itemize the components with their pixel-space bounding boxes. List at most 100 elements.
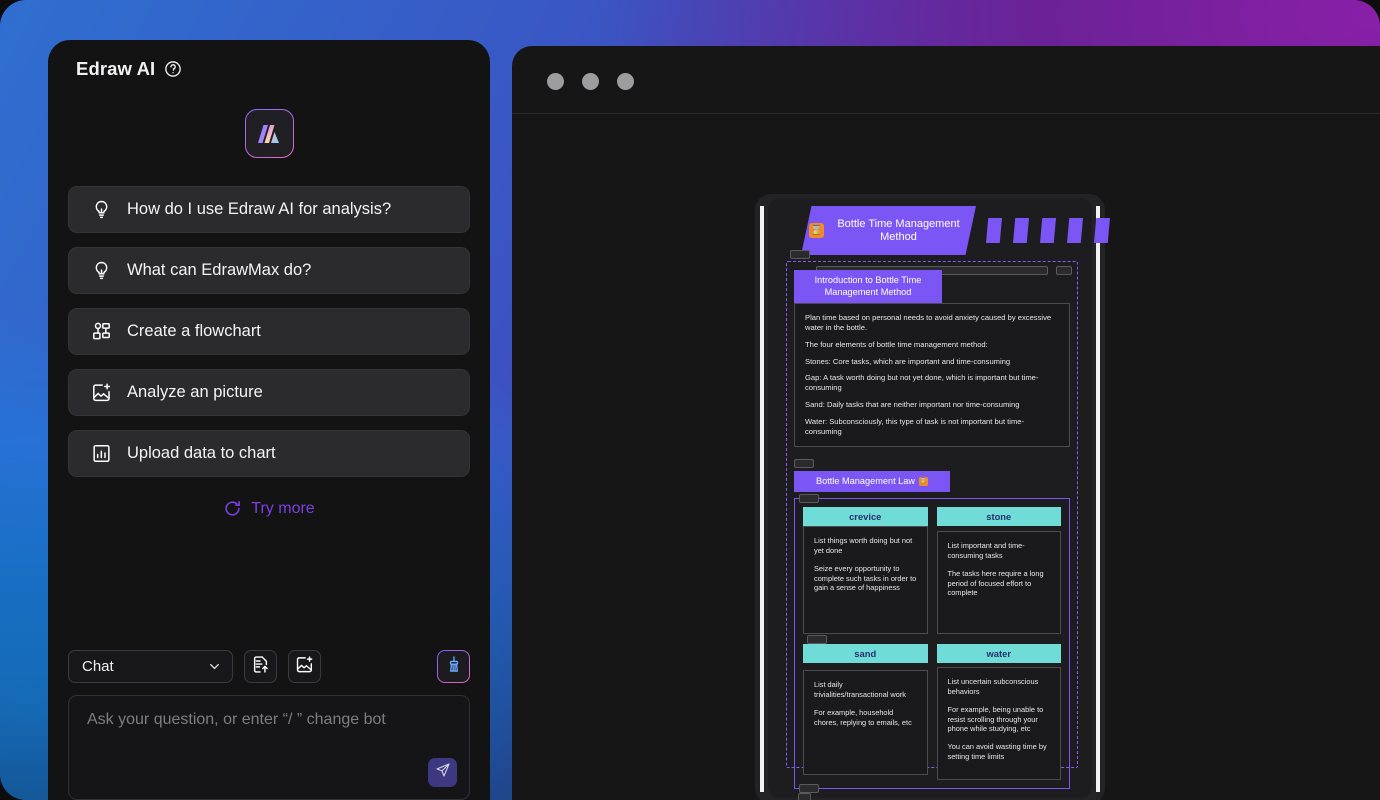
- law-cell-title: stone: [936, 507, 1061, 527]
- mini-tab[interactable]: [1040, 218, 1056, 243]
- send-button[interactable]: [428, 758, 457, 787]
- law-cell-crevice[interactable]: crevice List things worth doing but not …: [803, 507, 928, 635]
- law-cell-stone[interactable]: stone List important and time-consuming …: [936, 507, 1061, 635]
- law-cell-line: Seize every opportunity to complete such…: [814, 563, 917, 593]
- resize-handle[interactable]: [799, 494, 819, 504]
- edraw-logo-icon: [245, 109, 294, 158]
- mode-select[interactable]: Chat: [68, 650, 233, 683]
- maximize-dot[interactable]: [617, 73, 634, 90]
- lightbulb-icon: [91, 199, 112, 220]
- image-upload-icon: [295, 655, 314, 679]
- law-cell-body: List daily trivialities/transactional wo…: [803, 670, 928, 776]
- suggestion-label: Create a flowchart: [127, 322, 261, 340]
- suggestion-list: How do I use Edraw AI for analysis? What…: [48, 186, 490, 477]
- mode-value: Chat: [82, 658, 114, 675]
- lightbulb-icon: [91, 260, 112, 281]
- mini-tab[interactable]: [1013, 218, 1029, 243]
- law-cell-line: List daily trivialities/transactional wo…: [814, 680, 907, 699]
- page-edge-right: [1096, 206, 1100, 792]
- law-cell-title: sand: [803, 644, 928, 664]
- law-grid-bottom: sand List daily trivialities/transaction…: [803, 644, 1061, 781]
- panel-header: Edraw AI: [48, 40, 490, 80]
- law-cell-body: List important and time-consuming tasks …: [936, 531, 1061, 635]
- suggestion-item-analysis[interactable]: How do I use Edraw AI for analysis?: [68, 186, 470, 233]
- document-title-banner[interactable]: ⌛ Bottle Time Management Method: [801, 206, 976, 255]
- window-titlebar: [512, 46, 1380, 114]
- suggestion-label: What can EdrawMax do?: [127, 261, 312, 279]
- mini-tab[interactable]: [986, 218, 1002, 243]
- flowchart-icon: [91, 321, 112, 342]
- intro-paragraph: Sand: Daily tasks that are neither impor…: [805, 400, 1020, 410]
- question-circle-icon[interactable]: [164, 60, 182, 78]
- intro-paragraph: Water: Subconsciously, this type of task…: [805, 417, 1025, 436]
- law-cell-title: crevice: [803, 507, 928, 527]
- image-upload-button[interactable]: [288, 650, 321, 683]
- suggestion-label: How do I use Edraw AI for analysis?: [127, 200, 392, 218]
- resize-handle[interactable]: [790, 250, 810, 259]
- chat-input-box[interactable]: Ask your question, or enter “/ ” change …: [68, 695, 470, 800]
- section-heading-law-label: Bottle Management Law: [815, 475, 916, 486]
- resize-handle[interactable]: [794, 458, 814, 468]
- law-cell-line: For example, household chores, replying …: [814, 707, 912, 727]
- hourglass-badge-icon: ⌛: [919, 476, 929, 486]
- law-cell-title: water: [936, 644, 1061, 664]
- law-cell-line: List important and time-consuming tasks: [947, 541, 1025, 560]
- send-icon: [435, 762, 451, 783]
- edraw-ai-panel: Edraw AI How do I use Edraw AI for analy…: [48, 40, 490, 800]
- suggestion-item-edrawmax[interactable]: What can EdrawMax do?: [68, 247, 470, 294]
- composer-toolbar: Chat: [68, 650, 470, 683]
- page-inner[interactable]: ⌛ Bottle Time Management Method Introduc…: [768, 198, 1110, 800]
- law-cell-sand[interactable]: sand List daily trivialities/transaction…: [803, 644, 928, 780]
- page-title: Edraw AI: [76, 58, 156, 79]
- try-more-label: Try more: [251, 499, 315, 517]
- chart-upload-icon: [91, 443, 112, 464]
- law-grid-top: crevice List things worth doing but not …: [803, 507, 1061, 635]
- page-edge-left: [760, 206, 764, 792]
- refresh-icon: [223, 499, 242, 518]
- broom-clear-icon: [445, 655, 463, 678]
- section-heading-law[interactable]: Bottle Management Law ⌛: [794, 470, 950, 493]
- law-cell-line: List things worth doing but not yet done: [814, 536, 913, 555]
- document-title: Bottle Time Management Method: [837, 218, 960, 243]
- suggestion-label: Analyze an picture: [127, 383, 263, 401]
- suggestion-item-flowchart[interactable]: Create a flowchart: [68, 308, 470, 355]
- intro-paragraph: Gap: A task worth doing but not yet done…: [805, 373, 1039, 393]
- suggestion-item-upload-chart[interactable]: Upload data to chart: [68, 430, 470, 477]
- document-canvas[interactable]: ⌛ Bottle Time Management Method Introduc…: [512, 115, 1380, 800]
- suggestion-item-analyze-picture[interactable]: Analyze an picture: [68, 369, 470, 416]
- law-cell-line: List uncertain subconscious behaviors: [947, 677, 1039, 696]
- document-upload-icon: [251, 655, 270, 679]
- resize-handle[interactable]: [807, 635, 827, 645]
- traffic-lights: [547, 73, 634, 90]
- hourglass-icon: ⌛: [809, 223, 824, 238]
- try-more-button[interactable]: Try more: [48, 499, 490, 518]
- law-cell-line: The tasks here require a long period of …: [947, 568, 1044, 598]
- mini-tab[interactable]: [1094, 218, 1110, 243]
- logo-container: [48, 109, 490, 158]
- composer: Chat Ask your question, or enter “/ ” ch…: [48, 650, 490, 800]
- close-dot[interactable]: [547, 73, 564, 90]
- document-upload-button[interactable]: [244, 650, 277, 683]
- law-group[interactable]: crevice List things worth doing but not …: [794, 494, 1070, 794]
- minimize-dot[interactable]: [582, 73, 599, 90]
- law-cell-line: You can avoid wasting time by setting ti…: [947, 742, 1047, 761]
- resize-handle[interactable]: [798, 793, 811, 800]
- intro-text-card[interactable]: Plan time based on personal needs to avo…: [794, 303, 1070, 447]
- editor-window: ⌛ Bottle Time Management Method Introduc…: [512, 46, 1380, 800]
- page-frame: ⌛ Bottle Time Management Method Introduc…: [755, 194, 1110, 800]
- mini-tab-strip: [986, 218, 1110, 243]
- image-analyze-icon: [91, 382, 112, 403]
- law-cell-body: List things worth doing but not yet done…: [803, 526, 928, 635]
- document-body: Introduction to Bottle Time Management M…: [794, 270, 1070, 800]
- suggestion-label: Upload data to chart: [127, 444, 276, 462]
- mini-tab[interactable]: [1067, 218, 1083, 243]
- intro-paragraph: Plan time based on personal needs to avo…: [805, 313, 1052, 332]
- section-heading-intro[interactable]: Introduction to Bottle Time Management M…: [794, 270, 942, 303]
- chat-input-placeholder: Ask your question, or enter “/ ” change …: [87, 711, 386, 728]
- intro-paragraph: The four elements of bottle time managem…: [805, 339, 988, 349]
- intro-paragraph: Stones: Core tasks, which are important …: [805, 356, 1011, 366]
- law-cell-water[interactable]: water List uncertain subconscious behavi…: [936, 644, 1061, 781]
- clear-chat-button[interactable]: [437, 650, 470, 683]
- law-cell-body: List uncertain subconscious behaviors Fo…: [936, 667, 1061, 781]
- chevron-down-icon: [208, 660, 221, 673]
